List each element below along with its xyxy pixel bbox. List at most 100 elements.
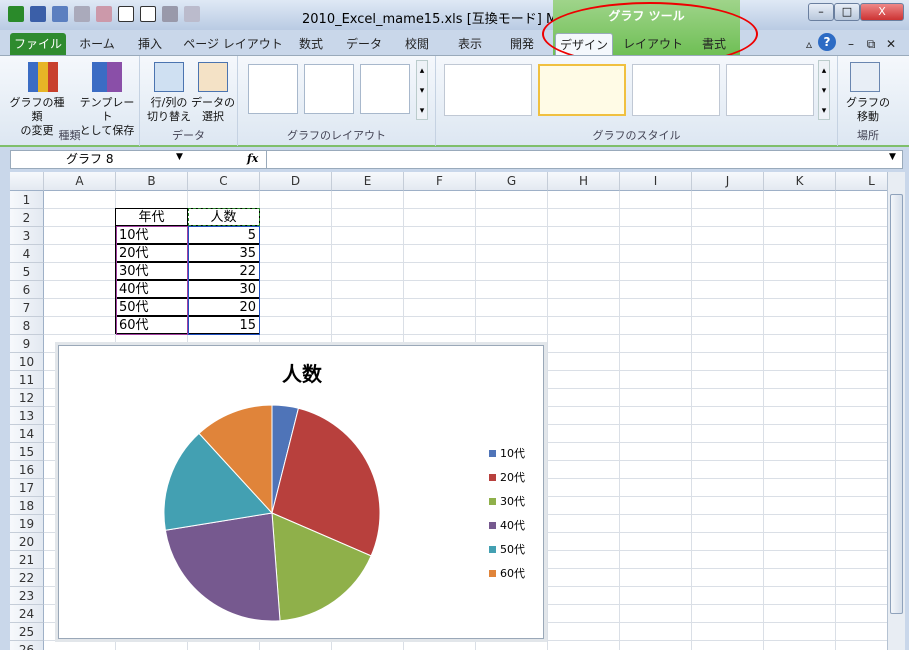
scrollbar-thumb[interactable] xyxy=(890,194,903,614)
row-header-14[interactable]: 14 xyxy=(10,425,44,443)
column-header-I[interactable]: I xyxy=(620,172,692,191)
tab-file[interactable]: ファイル xyxy=(10,33,66,55)
column-header-D[interactable]: D xyxy=(260,172,332,191)
style-thumbnail-blue[interactable] xyxy=(632,64,720,116)
formula-input[interactable] xyxy=(266,151,886,168)
select-all-corner[interactable] xyxy=(10,172,44,191)
vertical-scrollbar[interactable] xyxy=(887,172,905,650)
row-header-10[interactable]: 10 xyxy=(10,353,44,371)
fx-icon[interactable]: fx xyxy=(247,152,258,165)
row-header-26[interactable]: 26 xyxy=(10,641,44,650)
row-header-4[interactable]: 4 xyxy=(10,245,44,263)
style-thumbnail-selected[interactable] xyxy=(538,64,626,116)
group-label-location: 場所 xyxy=(857,129,879,142)
print-icon[interactable] xyxy=(184,6,200,22)
column-header-K[interactable]: K xyxy=(764,172,836,191)
tab-insert[interactable]: 挿入 xyxy=(130,33,170,55)
help-icon[interactable]: ? xyxy=(818,33,836,51)
redo-icon[interactable] xyxy=(74,6,90,22)
tab-developer[interactable]: 開発 xyxy=(502,33,542,55)
ribbon: グラフの種類 の変更 テンプレート として保存 種類 行/列の 切り替え データの 選択… xyxy=(0,55,909,147)
row-header-13[interactable]: 13 xyxy=(10,407,44,425)
row-header-21[interactable]: 21 xyxy=(10,551,44,569)
tab-view[interactable]: 表示 xyxy=(450,33,490,55)
excel-icon[interactable] xyxy=(8,6,24,22)
maximize-button[interactable]: □ xyxy=(834,3,860,21)
tab-page-layout[interactable]: ページ レイアウト xyxy=(183,33,283,55)
column-header-E[interactable]: E xyxy=(332,172,404,191)
style-thumbnail-red[interactable] xyxy=(726,64,814,116)
table-header[interactable]: 年代 xyxy=(115,208,188,226)
row-header-3[interactable]: 3 xyxy=(10,227,44,245)
legend-item[interactable]: 10代 xyxy=(489,445,525,461)
row-header-18[interactable]: 18 xyxy=(10,497,44,515)
tab-home[interactable]: ホーム xyxy=(72,33,122,55)
blank-icon[interactable] xyxy=(140,6,156,22)
column-header-J[interactable]: J xyxy=(692,172,764,191)
tab-data[interactable]: データ xyxy=(342,33,386,55)
legend-item[interactable]: 50代 xyxy=(489,541,525,557)
expand-formula-icon[interactable]: ▼ xyxy=(889,152,896,162)
column-header-G[interactable]: G xyxy=(476,172,548,191)
row-header-24[interactable]: 24 xyxy=(10,605,44,623)
name-box[interactable]: グラフ 8 xyxy=(11,151,189,168)
column-header-B[interactable]: B xyxy=(116,172,188,191)
row-header-23[interactable]: 23 xyxy=(10,587,44,605)
legend-item[interactable]: 40代 xyxy=(489,517,525,533)
row-header-12[interactable]: 12 xyxy=(10,389,44,407)
row-header-16[interactable]: 16 xyxy=(10,461,44,479)
legend-label: 40代 xyxy=(500,519,525,532)
row-header-22[interactable]: 22 xyxy=(10,569,44,587)
tab-review[interactable]: 校閲 xyxy=(398,33,436,55)
row-header-11[interactable]: 11 xyxy=(10,371,44,389)
row-header-15[interactable]: 15 xyxy=(10,443,44,461)
legend-item[interactable]: 60代 xyxy=(489,565,525,581)
move-chart-button[interactable]: グラフの 移動 xyxy=(840,96,896,124)
tab-formulas[interactable]: 数式 xyxy=(292,33,330,55)
column-header-L[interactable]: L xyxy=(836,172,887,191)
collapse-ribbon-icon[interactable]: ▵ xyxy=(800,33,818,55)
workbook-restore-icon[interactable]: ⧉ xyxy=(862,33,880,55)
minimize-button[interactable]: – xyxy=(808,3,834,21)
group-label-layout: グラフのレイアウト xyxy=(287,129,386,142)
close-button[interactable]: X xyxy=(860,3,904,21)
layout-thumbnail-3[interactable] xyxy=(360,64,410,114)
row-header-5[interactable]: 5 xyxy=(10,263,44,281)
gridline xyxy=(763,191,764,650)
row-header-9[interactable]: 9 xyxy=(10,335,44,353)
layout-gallery-scroll[interactable]: ▴ ▾ ▾ xyxy=(416,60,428,120)
workbook-close-icon[interactable]: ✕ xyxy=(882,33,900,55)
page-icon[interactable] xyxy=(118,6,134,22)
style-gallery-scroll[interactable]: ▴ ▾ ▾ xyxy=(818,60,830,120)
select-data-button[interactable]: データの 選択 xyxy=(190,96,236,124)
legend-item[interactable]: 20代 xyxy=(489,469,525,485)
legend-item[interactable]: 30代 xyxy=(489,493,525,509)
style-thumbnail-gray[interactable] xyxy=(444,64,532,116)
chart-object[interactable]: 人数 10代 20代 30代 40代 50代 60代 xyxy=(58,345,544,639)
column-header-C[interactable]: C xyxy=(188,172,260,191)
save-icon[interactable] xyxy=(30,6,46,22)
pie-chart xyxy=(163,404,381,622)
undo-icon[interactable] xyxy=(52,6,68,22)
row-header-17[interactable]: 17 xyxy=(10,479,44,497)
name-box-dropdown-icon[interactable]: ▼ xyxy=(176,152,183,162)
value-range-highlight xyxy=(188,226,260,335)
row-header-6[interactable]: 6 xyxy=(10,281,44,299)
layout-thumbnail-1[interactable] xyxy=(248,64,298,114)
row-header-20[interactable]: 20 xyxy=(10,533,44,551)
column-header-H[interactable]: H xyxy=(548,172,620,191)
preview-icon[interactable] xyxy=(162,6,178,22)
column-header-A[interactable]: A xyxy=(44,172,116,191)
row-header-1[interactable]: 1 xyxy=(10,191,44,209)
row-header-7[interactable]: 7 xyxy=(10,299,44,317)
row-header-2[interactable]: 2 xyxy=(10,209,44,227)
format-icon[interactable] xyxy=(96,6,112,22)
switch-row-column-button[interactable]: 行/列の 切り替え xyxy=(144,96,194,124)
row-header-25[interactable]: 25 xyxy=(10,623,44,641)
pie-slice-40代[interactable] xyxy=(164,512,281,622)
row-header-19[interactable]: 19 xyxy=(10,515,44,533)
layout-thumbnail-2[interactable] xyxy=(304,64,354,114)
row-header-8[interactable]: 8 xyxy=(10,317,44,335)
workbook-minimize-icon[interactable]: – xyxy=(842,33,860,55)
column-header-F[interactable]: F xyxy=(404,172,476,191)
